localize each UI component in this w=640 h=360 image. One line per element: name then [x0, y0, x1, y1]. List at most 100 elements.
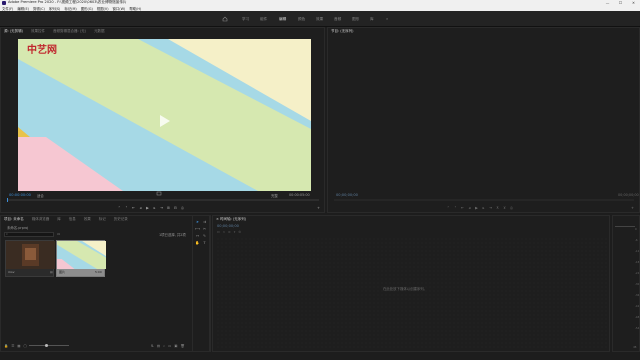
workspace-overflow[interactable]: » — [386, 17, 388, 21]
menu-file[interactable]: 文件(F) — [2, 6, 13, 11]
overwrite-icon[interactable]: ⊟ — [173, 206, 178, 210]
linked-selection-icon[interactable]: ⊗ — [228, 230, 231, 234]
program-step-back-icon[interactable]: ◂ — [467, 206, 472, 210]
workspace-libraries[interactable]: 库 — [370, 17, 374, 22]
program-export-frame-icon[interactable]: ◎ — [509, 206, 514, 210]
tab-timeline[interactable]: × 时间轴: (无序列) — [216, 217, 246, 222]
program-scrub-bar[interactable] — [334, 199, 634, 201]
step-forward-icon[interactable]: ▸ — [152, 206, 157, 210]
program-mark-in-icon[interactable]: ⌜ — [446, 206, 451, 210]
program-mark-out-icon[interactable]: ⌝ — [453, 206, 458, 210]
track-select-tool-icon[interactable]: ⇉ — [202, 220, 207, 225]
menu-window[interactable]: 窗口(W) — [113, 6, 126, 11]
tab-effects[interactable]: 效果 — [84, 217, 91, 222]
pen-tool-icon[interactable]: ✎ — [202, 234, 207, 239]
insert-sequence-icon[interactable]: ⊡ — [217, 230, 220, 234]
project-search-input[interactable]: ⌕ — [4, 232, 54, 237]
list-view-icon[interactable]: ☰ — [11, 344, 14, 348]
tab-project[interactable]: 项目: 未命名 — [4, 217, 24, 222]
freeform-view-icon[interactable]: ▢ — [24, 344, 27, 348]
type-tool-icon[interactable]: T — [202, 241, 207, 246]
timeline-track-area[interactable] — [217, 238, 607, 350]
hand-tool-icon[interactable]: ✋ — [195, 241, 200, 246]
mov-item-name: mov — [8, 270, 15, 274]
source-playhead[interactable] — [7, 198, 8, 202]
program-go-to-in-icon[interactable]: ⇤ — [460, 206, 465, 210]
new-bin-icon[interactable]: ▭ — [57, 232, 60, 236]
tab-markers[interactable]: 标记 — [99, 217, 106, 222]
menu-graphics[interactable]: 图形(G) — [81, 6, 93, 11]
play-icon[interactable]: ▶ — [145, 206, 150, 210]
program-go-to-out-icon[interactable]: ⇥ — [488, 206, 493, 210]
workspace-graphics[interactable]: 图形 — [352, 17, 359, 22]
workspace-effects[interactable]: 效果 — [316, 17, 323, 22]
program-timecode-current[interactable]: 00;00;00;00 — [336, 193, 358, 197]
project-item-image[interactable]: 图片 5:00 — [56, 240, 106, 277]
new-folder-icon[interactable]: ▭ — [168, 344, 171, 348]
zoom-slider-handle[interactable] — [45, 344, 48, 347]
automate-icon[interactable]: ▤ — [157, 344, 160, 348]
tab-libraries[interactable]: 库 — [57, 217, 61, 222]
extract-icon[interactable]: ⊻ — [502, 206, 507, 210]
go-to-in-icon[interactable]: ⇤ — [131, 206, 136, 210]
source-fit-dropdown[interactable]: 适合 — [37, 193, 44, 198]
program-transport-controls: ⌜ ⌝ ⇤ ◂ ▶ ▸ ⇥ ⊼ ⊻ ◎ — [446, 206, 514, 210]
razor-tool-icon[interactable]: ✂ — [202, 227, 207, 232]
selection-tool-icon[interactable]: ➤ — [195, 220, 200, 225]
program-step-forward-icon[interactable]: ▸ — [481, 206, 486, 210]
zoom-slider[interactable] — [29, 345, 69, 346]
workspace-assembly[interactable]: 组件 — [260, 17, 267, 22]
workspace-editing[interactable]: 编辑 — [279, 17, 286, 22]
tab-effect-controls[interactable]: 效果控件 — [31, 29, 45, 34]
menu-help[interactable]: 帮助(H) — [129, 6, 141, 11]
tab-source[interactable]: 源: (无剪辑) — [4, 29, 23, 34]
workspace-color[interactable]: 颜色 — [298, 17, 305, 22]
tab-metadata[interactable]: 元数据 — [94, 29, 105, 34]
mark-out-icon[interactable]: ⌝ — [124, 206, 129, 210]
maximize-button[interactable]: ☐ — [614, 1, 627, 5]
menu-edit[interactable]: 编辑(E) — [17, 6, 29, 11]
insert-icon[interactable]: ⊞ — [166, 206, 171, 210]
add-button-icon[interactable]: + — [317, 206, 320, 210]
source-scrub-bar[interactable] — [7, 199, 319, 201]
menu-clip[interactable]: 剪辑(C) — [33, 6, 45, 11]
program-play-icon[interactable]: ▶ — [474, 206, 479, 210]
menu-view[interactable]: 视图(V) — [97, 6, 109, 11]
go-to-out-icon[interactable]: ⇥ — [159, 206, 164, 210]
tab-media-browser[interactable]: 媒体浏览器 — [32, 217, 50, 222]
minimize-button[interactable]: — — [601, 1, 614, 5]
menu-sequence[interactable]: 序列(S) — [49, 6, 61, 11]
tab-audio-clip-mixer[interactable]: 音频剪辑混合器: (无) — [53, 29, 86, 34]
slip-tool-icon[interactable]: ↔ — [195, 234, 200, 239]
add-marker-icon[interactable]: ▾ — [234, 230, 236, 234]
program-add-button-icon[interactable]: + — [631, 206, 634, 210]
workspace-learn[interactable]: 学习 — [242, 17, 249, 22]
source-video-frame[interactable]: 中艺网 — [18, 39, 311, 191]
project-panel: 项目: 未命名 媒体浏览器 库 信息 效果 标记 历史记录 未命名.prproj… — [0, 215, 211, 352]
step-back-icon[interactable]: ◂ — [138, 206, 143, 210]
project-item-mov[interactable]: mov ▤ — [5, 240, 55, 277]
close-button[interactable]: ✕ — [627, 1, 640, 5]
menu-markers[interactable]: 标记(M) — [64, 6, 76, 11]
find-icon[interactable]: ⌕ — [163, 344, 165, 348]
ripple-edit-tool-icon[interactable]: ⟷ — [195, 227, 200, 232]
tab-info[interactable]: 信息 — [69, 217, 76, 222]
lift-icon[interactable]: ⊼ — [495, 206, 500, 210]
source-quality-dropdown[interactable]: 完整 — [271, 193, 278, 198]
snap-icon[interactable]: ∩ — [223, 230, 225, 234]
workspace-audio[interactable]: 音频 — [334, 17, 341, 22]
new-item-icon[interactable]: ▣ — [174, 344, 177, 348]
delete-icon[interactable]: 🗑 — [180, 344, 184, 348]
export-frame-icon[interactable]: ◎ — [180, 206, 185, 210]
icon-view-icon[interactable]: ▦ — [17, 344, 20, 348]
mark-in-icon[interactable]: ⌜ — [117, 206, 122, 210]
sort-icon[interactable]: ⇅ — [151, 344, 154, 348]
tab-program[interactable]: 节目: (无序列) — [331, 29, 354, 34]
timeline-settings-icon[interactable]: ⚙ — [238, 230, 241, 234]
home-icon[interactable] — [222, 16, 228, 22]
lock-icon[interactable]: 🔒 — [4, 344, 8, 348]
settings-icon[interactable] — [156, 191, 164, 196]
timeline-timecode[interactable]: 00;00;00;00 — [217, 224, 239, 228]
source-timecode-current[interactable]: 00:00:00:00 — [9, 193, 31, 197]
tab-history[interactable]: 历史记录 — [114, 217, 128, 222]
